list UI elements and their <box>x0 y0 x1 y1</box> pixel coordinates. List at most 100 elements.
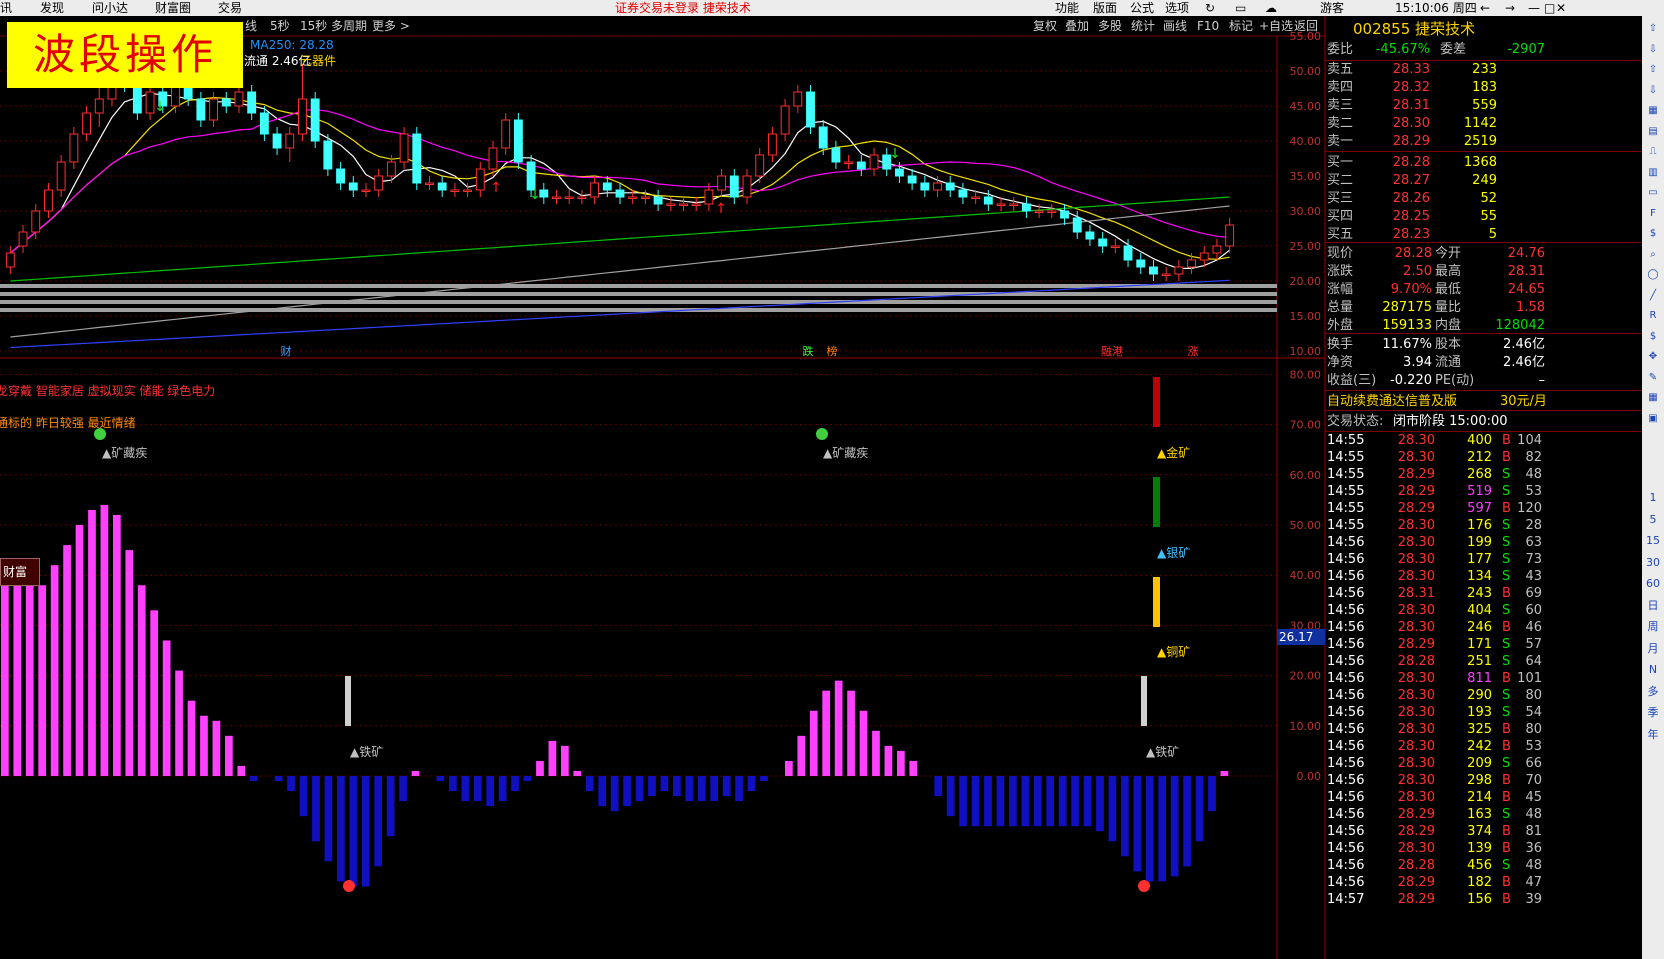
btn-multi-stock[interactable]: 多股 <box>1098 16 1122 36</box>
menu-item-discover[interactable]: 发现 <box>40 0 64 16</box>
line-icon[interactable]: ╱ <box>1645 289 1661 303</box>
period-multi[interactable]: 多周期 <box>331 16 367 36</box>
btn-stats[interactable]: 统计 <box>1131 16 1155 36</box>
zoom-icon[interactable]: ⌕ <box>1645 248 1661 262</box>
period-shortcut[interactable]: 60 <box>1645 577 1661 591</box>
menu-item-layout[interactable]: 版面 <box>1093 0 1117 16</box>
ask-volume: 233 <box>1472 62 1497 77</box>
table-icon[interactable]: ▦ <box>1645 391 1661 405</box>
forward-icon[interactable]: → <box>1505 0 1515 16</box>
candle-body <box>717 175 727 191</box>
price-axis-label: 25.00 <box>1290 240 1322 253</box>
menu-item-caifuquan[interactable]: 财富圈 <box>155 0 191 16</box>
close-icon[interactable]: ✕ <box>1556 0 1566 16</box>
circle-icon[interactable]: ◯ <box>1645 268 1661 282</box>
menu-item-news[interactable]: 讯 <box>0 0 12 16</box>
candle-body <box>856 161 866 170</box>
stat-row: 涨跌 2.50 最高 28.31 <box>1325 263 1642 281</box>
btn-back[interactable]: 返回 <box>1294 16 1318 36</box>
tick-volume: 290 <box>1467 688 1492 703</box>
btn-fuquan[interactable]: 复权 <box>1033 16 1057 36</box>
histogram-bar <box>884 745 893 776</box>
image-icon[interactable]: ▣ <box>1645 412 1661 426</box>
menu-item-function[interactable]: 功能 <box>1055 0 1079 16</box>
histogram-bar <box>523 776 532 782</box>
arrow-up-icon[interactable]: ⇧ <box>1645 63 1661 77</box>
login-status[interactable]: 证券交易未登录 捷荣技术 <box>615 0 751 16</box>
histogram-bar <box>561 745 569 776</box>
tick-count: 69 <box>1525 586 1542 601</box>
money-icon[interactable]: $ <box>1645 227 1661 241</box>
doc-icon[interactable]: ▭ <box>1645 186 1661 200</box>
tick-time: 14:55 <box>1327 484 1365 499</box>
period-line[interactable]: 线 <box>245 16 257 36</box>
btn-add-watchlist[interactable]: +自选 <box>1259 16 1293 36</box>
period-shortcut[interactable]: 5 <box>1645 513 1661 527</box>
fortune-tag[interactable]: 财富 <box>0 558 40 586</box>
period-shortcut[interactable]: 月 <box>1645 642 1661 656</box>
tick-time: 14:56 <box>1327 671 1365 686</box>
candle-body <box>1009 203 1019 206</box>
period-shortcut[interactable]: 多 <box>1645 685 1661 699</box>
save-icon[interactable]: ▭ <box>1235 0 1246 16</box>
arrow-down-icon[interactable]: ⇩ <box>1645 43 1661 57</box>
btn-draw[interactable]: 画线 <box>1163 16 1187 36</box>
period-shortcut[interactable]: 日 <box>1645 599 1661 613</box>
bar-chart-icon[interactable]: ▥ <box>1645 166 1661 180</box>
ask-volume: 1142 <box>1463 116 1497 131</box>
arrow-up-icon[interactable]: ⇧ <box>1645 22 1661 36</box>
histogram-bar <box>747 776 756 792</box>
tick-volume: 212 <box>1467 450 1492 465</box>
weibi-row: 委比 -45.67% 委差 -2907 <box>1325 41 1642 59</box>
refresh-icon[interactable]: ↻ <box>1205 0 1215 16</box>
candle-body <box>56 161 66 191</box>
list-icon[interactable]: ▤ <box>1645 125 1661 139</box>
banner-title: 波段操作 <box>7 22 243 88</box>
tick-side: B <box>1502 773 1511 788</box>
candle-body <box>272 133 282 149</box>
stat-value: -0.220 <box>1390 373 1432 388</box>
menu-item-formula[interactable]: 公式 <box>1130 0 1154 16</box>
period-shortcut[interactable]: 周 <box>1645 620 1661 634</box>
user-label[interactable]: 游客 <box>1320 0 1344 16</box>
menu-item-trade[interactable]: 交易 <box>218 0 242 16</box>
period-shortcut[interactable]: 季 <box>1645 706 1661 720</box>
arrow-down-icon[interactable]: ⇩ <box>1645 84 1661 98</box>
btn-mark[interactable]: 标记 <box>1229 16 1253 36</box>
period-shortcut[interactable]: 30 <box>1645 556 1661 570</box>
candle-body <box>844 161 854 164</box>
btn-f10[interactable]: F10 <box>1197 16 1219 36</box>
period-5s[interactable]: 5秒 <box>270 16 290 36</box>
chart-icon[interactable]: ⎍ <box>1645 145 1661 159</box>
event-mark: 跌 <box>803 344 814 358</box>
move-icon[interactable]: ✥ <box>1645 350 1661 364</box>
btn-overlay[interactable]: 叠加 <box>1065 16 1089 36</box>
histogram-bar <box>648 776 656 797</box>
cloud-icon[interactable]: ☁ <box>1265 0 1277 16</box>
minimize-icon[interactable]: — <box>1528 0 1540 16</box>
mine-label-1: ▲矿藏疾 <box>102 446 148 460</box>
f-icon[interactable]: F <box>1645 207 1661 221</box>
support-band <box>0 308 1277 312</box>
menu-item-options[interactable]: 选项 <box>1165 0 1189 16</box>
period-shortcut[interactable]: 1 <box>1645 491 1661 505</box>
candle-body <box>132 84 142 114</box>
period-shortcut[interactable]: N <box>1645 663 1661 677</box>
maximize-icon[interactable]: □ <box>1544 0 1555 16</box>
tick-count: 81 <box>1525 824 1542 839</box>
candle-body <box>399 133 409 163</box>
period-shortcut[interactable]: 15 <box>1645 534 1661 548</box>
iron-marker <box>345 676 351 726</box>
period-more[interactable]: 更多 > <box>372 16 410 36</box>
period-shortcut[interactable]: 年 <box>1645 728 1661 742</box>
grid-icon[interactable]: ▦ <box>1645 104 1661 118</box>
sector-label[interactable]: 元器件 <box>300 52 336 69</box>
stat-value: 287175 <box>1382 300 1432 315</box>
menu-item-wenxiaoda[interactable]: 问小达 <box>92 0 128 16</box>
pen-icon[interactable]: ✎ <box>1645 371 1661 385</box>
dollar-icon[interactable]: $ <box>1645 330 1661 344</box>
status-label: 交易状态: <box>1327 414 1384 429</box>
back-icon[interactable]: ← <box>1480 0 1490 16</box>
rsi-icon[interactable]: R <box>1645 309 1661 323</box>
period-15s[interactable]: 15秒 <box>300 16 327 36</box>
